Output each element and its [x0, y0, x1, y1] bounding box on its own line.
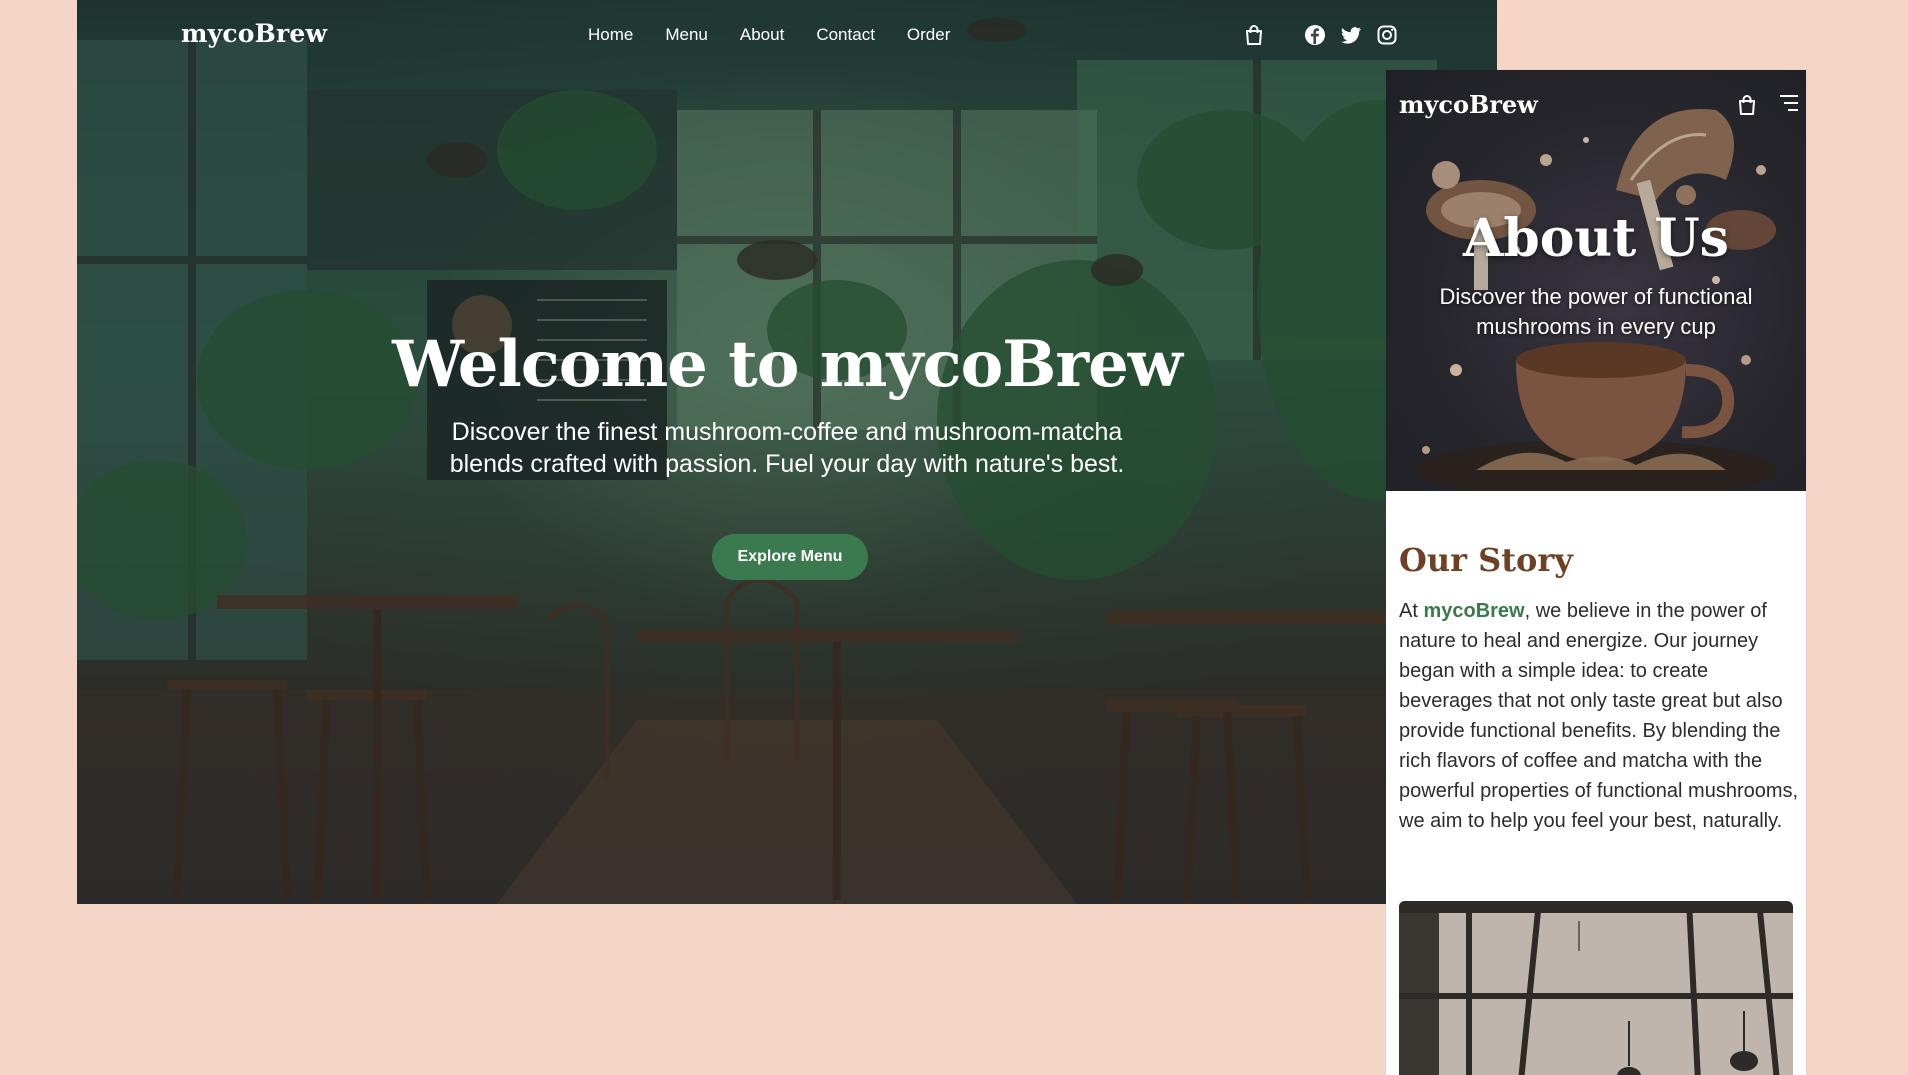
cafe-interior-photo: [1399, 901, 1793, 1075]
facebook-icon[interactable]: [1304, 24, 1326, 46]
hero-subtitle: Discover the finest mushroom-coffee and …: [449, 418, 1125, 478]
hero-title: Welcome to mycoBrew: [392, 327, 1183, 402]
nav-contact[interactable]: Contact: [816, 25, 875, 45]
nav-order[interactable]: Order: [907, 25, 950, 45]
story-text: , we believe in the power of nature to h…: [1399, 600, 1799, 832]
mobile-preview: mycoBrew About Us Discover the power of …: [1386, 70, 1806, 1075]
about-title: About Us: [1463, 208, 1729, 269]
mobile-hero: mycoBrew About Us Discover the power of …: [1386, 70, 1806, 491]
nav-home[interactable]: Home: [588, 25, 633, 45]
shopping-bag-icon[interactable]: [1243, 24, 1265, 46]
our-story-heading: Our Story: [1399, 541, 1573, 579]
story-brand: mycoBrew: [1423, 600, 1525, 622]
nav-about[interactable]: About: [740, 25, 784, 45]
desktop-preview: mycoBrew Home Menu About Contact Order W…: [77, 0, 1497, 904]
our-story-text: At mycoBrew, we believe in the power of …: [1399, 596, 1799, 836]
nav-menu[interactable]: Menu: [665, 25, 708, 45]
mushroom-coffee-image: [1416, 109, 1776, 491]
social-links: [1304, 24, 1398, 46]
story-prefix: At: [1399, 600, 1424, 622]
explore-menu-button[interactable]: Explore Menu: [712, 534, 868, 580]
shopping-bag-icon[interactable]: [1736, 94, 1758, 116]
instagram-icon[interactable]: [1376, 24, 1398, 46]
about-subtitle: Discover the power of functional mushroo…: [1439, 284, 1753, 339]
main-nav: Home Menu About Contact Order: [588, 25, 950, 45]
desktop-navbar: mycoBrew Home Menu About Contact Order: [77, 0, 1497, 72]
site-logo[interactable]: mycoBrew: [181, 19, 327, 48]
mobile-logo[interactable]: mycoBrew: [1399, 90, 1538, 119]
twitter-icon[interactable]: [1340, 24, 1362, 46]
hamburger-menu-icon[interactable]: [1779, 94, 1799, 112]
